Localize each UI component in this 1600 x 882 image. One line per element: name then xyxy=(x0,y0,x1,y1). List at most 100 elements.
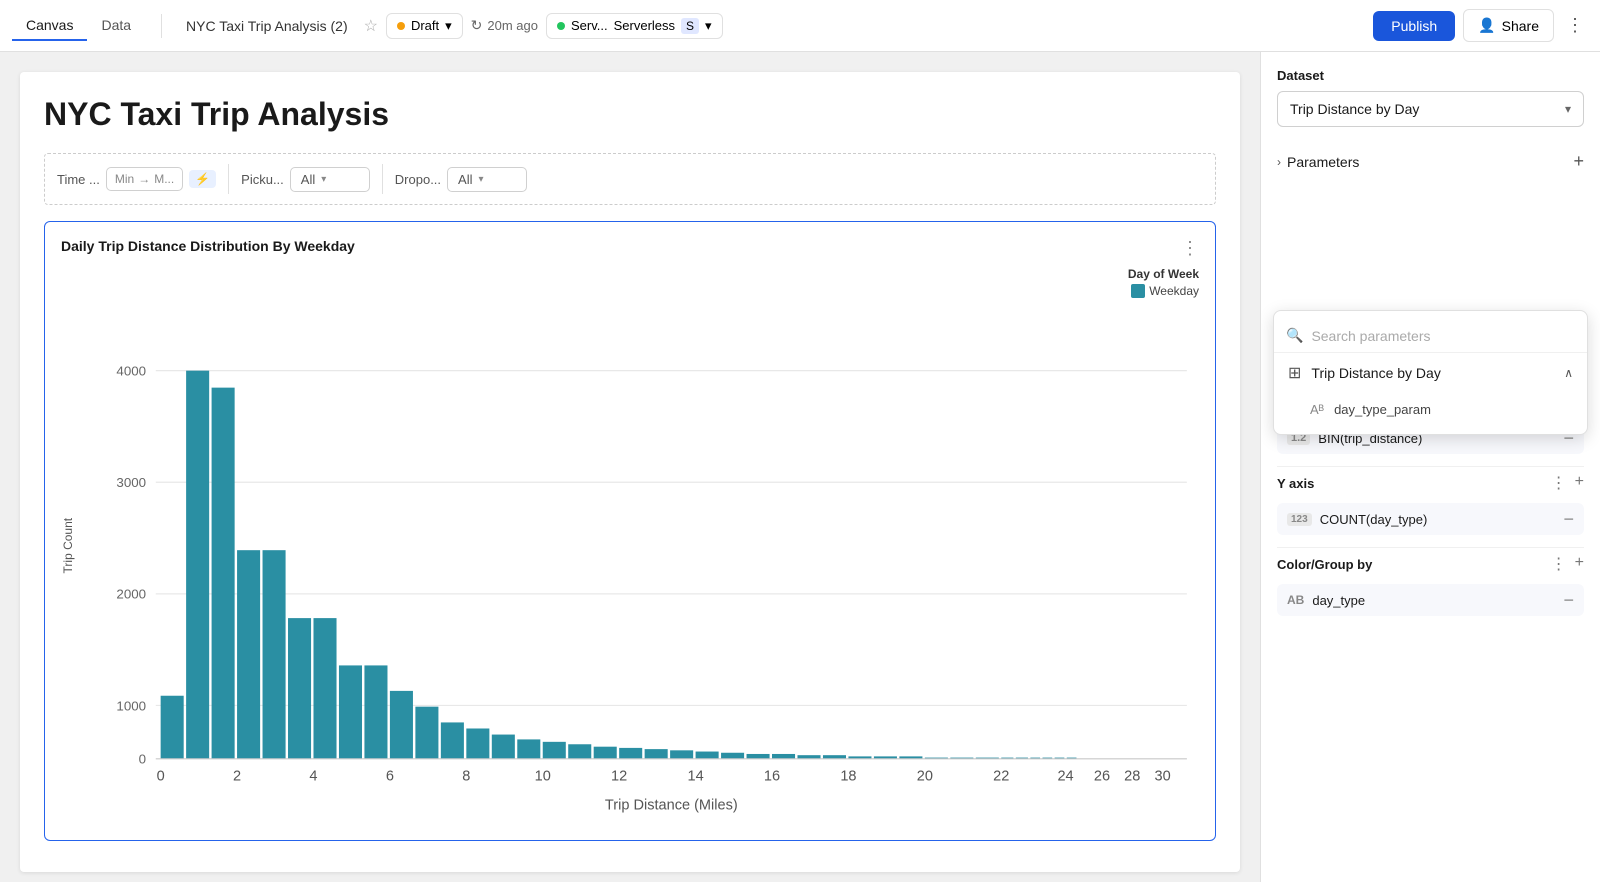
tab-canvas[interactable]: Canvas xyxy=(12,11,87,41)
bar-13 xyxy=(492,735,515,759)
parameters-row[interactable]: › Parameters + xyxy=(1277,143,1584,180)
filter-separator-1 xyxy=(228,164,229,194)
x-tick-28: 28 xyxy=(1124,769,1140,785)
bar-6 xyxy=(313,618,336,759)
server-badge[interactable]: Serv... Serverless S ▾ xyxy=(546,13,723,39)
publish-button[interactable]: Publish xyxy=(1373,11,1455,41)
color-group-more-button[interactable]: ⋮ xyxy=(1551,554,1567,574)
color-remove-button[interactable]: − xyxy=(1563,591,1574,609)
bar-12 xyxy=(466,728,489,758)
dropo-filter: Dropo... All ▾ xyxy=(395,167,527,192)
y-tick-1000: 1000 xyxy=(116,698,146,713)
y-tick-0: 0 xyxy=(139,752,146,767)
parameters-label: Parameters xyxy=(1287,154,1359,170)
params-chevron-icon: › xyxy=(1277,155,1281,169)
bar-11 xyxy=(441,722,464,758)
draft-badge[interactable]: Draft ▾ xyxy=(386,13,463,39)
color-group-title: Color/Group by xyxy=(1277,557,1372,572)
chart-svg: 4000 3000 2000 1000 0 xyxy=(83,310,1199,819)
string-type-icon: Aᴮ xyxy=(1310,402,1324,417)
header-divider xyxy=(161,14,162,38)
legend-color-box xyxy=(1131,284,1145,298)
main-layout: NYC Taxi Trip Analysis Time ... Min → M.… xyxy=(0,52,1600,882)
server-status-icon xyxy=(557,22,565,30)
y-axis-actions: ⋮ + xyxy=(1551,473,1584,493)
histogram-bars xyxy=(161,371,1077,759)
x-tick-0: 0 xyxy=(157,769,165,785)
color-group-item: AB day_type − xyxy=(1277,584,1584,616)
bar-8 xyxy=(364,665,387,758)
draft-chevron: ▾ xyxy=(445,18,452,34)
filter-separator-2 xyxy=(382,164,383,194)
table-icon: ⊞ xyxy=(1288,363,1301,383)
x-tick-22: 22 xyxy=(993,769,1009,785)
star-icon[interactable]: ☆ xyxy=(364,16,378,36)
x-tick-12: 12 xyxy=(611,769,627,785)
bar-23 xyxy=(747,754,770,759)
dropo-select[interactable]: All ▾ xyxy=(447,167,527,192)
time-range-input[interactable]: Min → M... xyxy=(106,167,183,191)
x-tick-6: 6 xyxy=(386,769,394,785)
pickup-filter-label: Picku... xyxy=(241,172,284,187)
dataset-label: Dataset xyxy=(1277,68,1584,83)
bar-15 xyxy=(543,742,566,759)
search-input[interactable]: Search parameters xyxy=(1311,328,1575,344)
bar-7 xyxy=(339,665,362,758)
dropdown-spacer xyxy=(1277,180,1584,320)
x-tick-10: 10 xyxy=(535,769,551,785)
y-axis-item-left: 123 COUNT(day_type) xyxy=(1287,512,1427,527)
search-row: 🔍 Search parameters xyxy=(1274,319,1587,353)
x-axis-title: Trip Distance (Miles) xyxy=(605,798,738,814)
draft-dot xyxy=(397,22,405,30)
bar-18 xyxy=(619,748,642,759)
refresh-time: 20m ago xyxy=(487,18,538,33)
bar-19 xyxy=(645,749,668,759)
y-axis-type-badge: 123 xyxy=(1287,513,1312,526)
parameters-add-button[interactable]: + xyxy=(1573,151,1584,172)
canvas-area: NYC Taxi Trip Analysis Time ... Min → M.… xyxy=(0,52,1260,882)
chart-main: Day of Week Weekday xyxy=(83,267,1199,824)
bar-1 xyxy=(186,371,209,759)
dropo-value: All xyxy=(458,172,472,187)
bar-21 xyxy=(696,752,719,759)
bolt-icon[interactable]: ⚡ xyxy=(189,170,216,188)
server-chevron: ▾ xyxy=(705,18,712,34)
dropdown-sub-label: day_type_param xyxy=(1334,402,1431,417)
dropdown-item-trip-distance[interactable]: ⊞ Trip Distance by Day ∧ xyxy=(1274,353,1587,393)
tab-data[interactable]: Data xyxy=(87,11,145,41)
bar-3 xyxy=(237,550,260,759)
x-tick-16: 16 xyxy=(764,769,780,785)
share-button[interactable]: 👤 Share xyxy=(1463,9,1554,42)
dataset-select[interactable]: Trip Distance by Day ▾ xyxy=(1277,91,1584,127)
page-title: NYC Taxi Trip Analysis xyxy=(44,96,1216,133)
time-filter: Time ... Min → M... ⚡ xyxy=(57,167,216,191)
dropdown-sub-item-day-type[interactable]: Aᴮ day_type_param xyxy=(1274,393,1587,426)
color-group-add-button[interactable]: + xyxy=(1575,554,1584,574)
pickup-chevron-icon: ▾ xyxy=(321,174,326,185)
bar-4 xyxy=(263,550,286,759)
pickup-select[interactable]: All ▾ xyxy=(290,167,370,192)
draft-label: Draft xyxy=(411,18,439,33)
dropdown-item-label: Trip Distance by Day xyxy=(1311,365,1440,381)
bar-20 xyxy=(670,750,693,758)
color-group-header: Color/Group by ⋮ + xyxy=(1277,547,1584,580)
dropdown-item-chevron: ∧ xyxy=(1564,366,1573,380)
chart-title: Daily Trip Distance Distribution By Week… xyxy=(61,238,355,254)
color-group-section: Color/Group by ⋮ + AB day_type − xyxy=(1277,547,1584,616)
more-options-button[interactable]: ⋮ xyxy=(1562,11,1588,40)
y-axis-remove-button[interactable]: − xyxy=(1563,510,1574,528)
bar-16 xyxy=(568,744,591,759)
y-axis-more-button[interactable]: ⋮ xyxy=(1551,473,1567,493)
y-axis-add-button[interactable]: + xyxy=(1575,473,1584,493)
dropo-chevron-icon: ▾ xyxy=(478,174,483,185)
x-tick-26: 26 xyxy=(1094,769,1110,785)
server-abbr: S xyxy=(681,18,699,34)
search-icon: 🔍 xyxy=(1286,327,1303,344)
arrow-icon: → xyxy=(138,172,150,186)
dataset-value: Trip Distance by Day xyxy=(1290,101,1419,117)
bar-24 xyxy=(772,754,795,759)
bar-5 xyxy=(288,618,311,759)
chart-header: Daily Trip Distance Distribution By Week… xyxy=(61,238,1199,259)
chart-menu-button[interactable]: ⋮ xyxy=(1181,238,1199,259)
refresh-icon: ↻ xyxy=(471,17,483,34)
